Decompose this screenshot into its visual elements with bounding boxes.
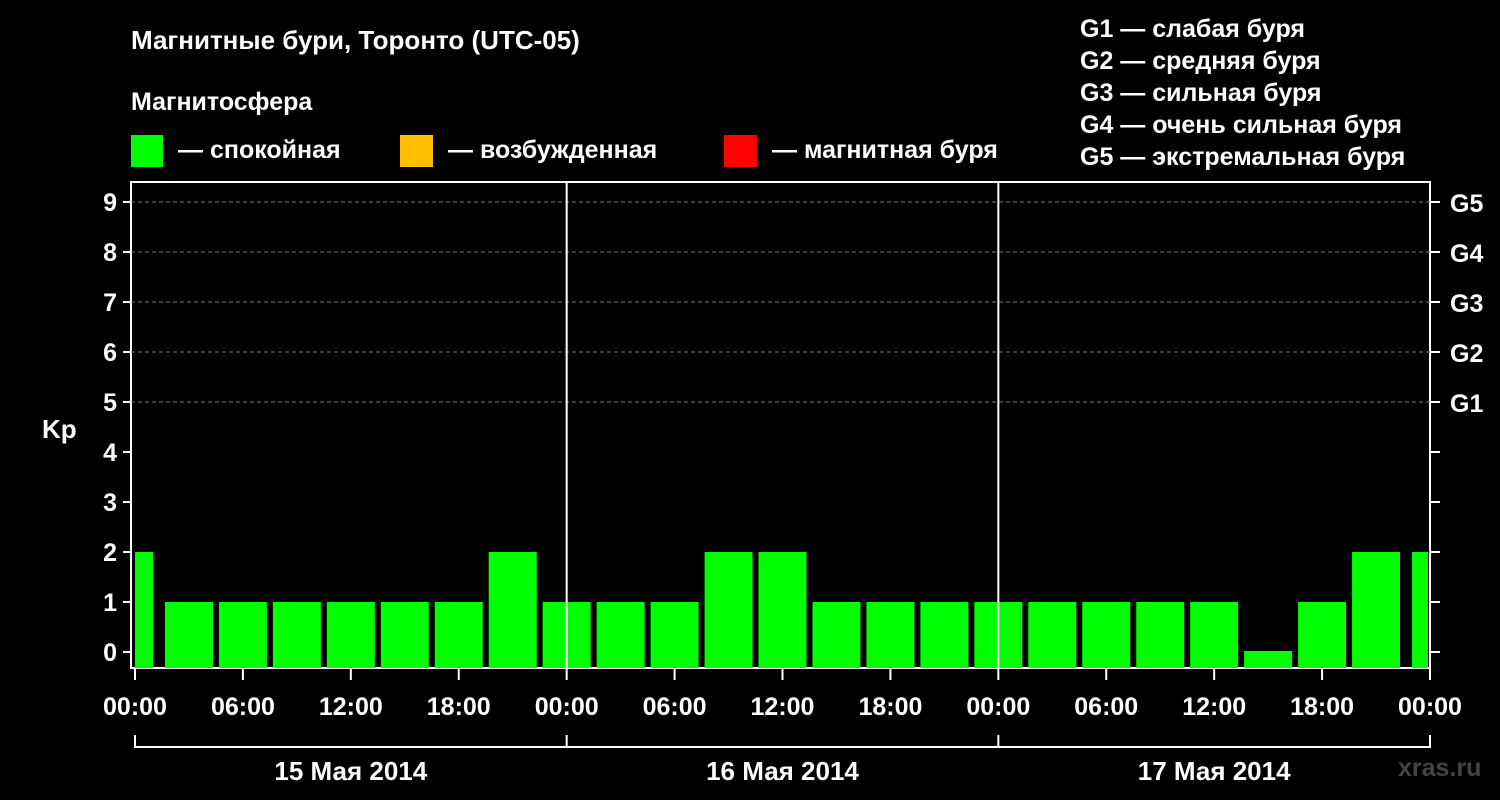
bar (1412, 552, 1428, 668)
bar (812, 602, 861, 668)
y-tick-label: 7 (103, 289, 117, 317)
legend-swatch-disturbed (400, 135, 433, 167)
legend-label-storm: — магнитная буря (772, 136, 998, 164)
x-tick-label: 12:00 (751, 693, 815, 721)
y-tick-label: 2 (103, 539, 117, 567)
bar (488, 552, 537, 668)
legend-swatch-quiet (131, 135, 163, 167)
bar (1352, 552, 1401, 668)
bar (1298, 602, 1347, 668)
watermark: xras.ru (1398, 754, 1481, 782)
bar (650, 602, 699, 668)
bar (1082, 602, 1131, 668)
y-axis-label: Kp (42, 414, 77, 444)
bar (326, 602, 375, 668)
bar (866, 602, 915, 668)
g-level-label: G4 (1450, 240, 1483, 268)
y-tick-label: 9 (103, 189, 117, 217)
g-level-label: G5 (1450, 190, 1483, 218)
day-label: 15 Мая 2014 (274, 756, 427, 786)
x-tick-label: 06:00 (1074, 693, 1138, 721)
bar (434, 602, 483, 668)
x-tick-label: 06:00 (211, 693, 275, 721)
x-tick-label: 18:00 (1290, 693, 1354, 721)
x-tick-label: 12:00 (319, 693, 383, 721)
bar (758, 552, 807, 668)
bars (135, 552, 1428, 668)
g-legend-g1: G1 — слабая буря (1080, 15, 1305, 43)
y-tick-label: 6 (103, 339, 117, 367)
x-tick-label: 00:00 (535, 693, 599, 721)
bar (135, 552, 153, 668)
y-tick-label: 3 (103, 489, 117, 517)
bar (218, 602, 267, 668)
x-tick-label: 12:00 (1182, 693, 1246, 721)
y-tick-label: 0 (103, 639, 117, 667)
bar (1136, 602, 1185, 668)
bar (1028, 602, 1077, 668)
x-tick-label: 06:00 (643, 693, 707, 721)
bar (596, 602, 645, 668)
g-legend-g5: G5 — экстремальная буря (1080, 143, 1405, 171)
g-legend-g4: G4 — очень сильная буря (1080, 111, 1402, 139)
g-level-label: G1 (1450, 390, 1483, 418)
y-tick-label: 5 (103, 389, 117, 417)
day-labels: 15 Мая 2014 16 Мая 2014 17 Мая 2014 (134, 735, 1431, 786)
g-legend-g3: G3 — сильная буря (1080, 79, 1322, 107)
bar (272, 602, 321, 668)
kp-chart: Магнитные бури, Торонто (UTC-05) Магнито… (42, 15, 1483, 786)
x-tick-label: 00:00 (103, 693, 167, 721)
g-level-label: G3 (1450, 290, 1483, 318)
bar (704, 552, 753, 668)
bar (380, 602, 429, 668)
x-ticks: 00:00 06:00 12:00 18:00 00:00 06:00 12:00 18:00… (103, 668, 1462, 721)
g-level-label: G2 (1450, 340, 1483, 368)
x-tick-label: 18:00 (427, 693, 491, 721)
y-tick-label: 4 (103, 439, 117, 467)
g-legend-g2: G2 — средняя буря (1080, 47, 1321, 75)
y-tick-label: 1 (103, 589, 117, 617)
bar (1190, 602, 1239, 668)
day-label: 16 Мая 2014 (706, 756, 859, 786)
x-tick-label: 00:00 (1398, 693, 1462, 721)
legend-label-disturbed: — возбужденная (448, 136, 657, 164)
gridlines (131, 201, 1430, 403)
x-tick-label: 18:00 (858, 693, 922, 721)
legend-label-quiet: — спокойная (178, 136, 341, 164)
y-tick-label: 8 (103, 239, 117, 267)
magnetosphere-label: Магнитосфера (131, 88, 313, 116)
bar (920, 602, 969, 668)
bar (1244, 651, 1293, 668)
legend-swatch-storm (724, 135, 757, 167)
x-tick-label: 00:00 (966, 693, 1030, 721)
chart-title: Магнитные бури, Торонто (UTC-05) (131, 25, 580, 55)
bar (164, 602, 213, 668)
day-label: 17 Мая 2014 (1138, 756, 1291, 786)
